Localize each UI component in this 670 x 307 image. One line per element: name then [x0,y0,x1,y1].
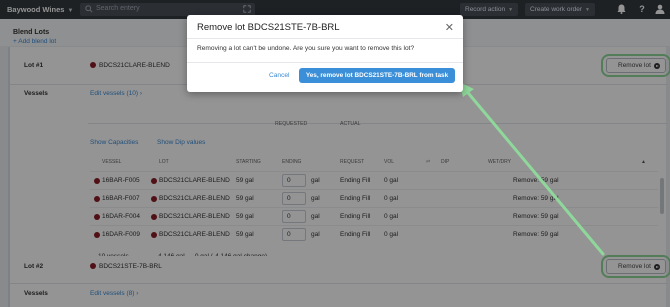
cancel-button[interactable]: Cancel [269,72,290,79]
close-icon[interactable]: ✕ [445,21,454,34]
dialog-message: Removing a lot can't be undone. Are you … [197,45,415,52]
remove-lot-dialog: Remove lot BDCS21STE-7B-BRL ✕ Removing a… [187,15,463,92]
divider [187,62,463,63]
dialog-title: Remove lot BDCS21STE-7B-BRL [197,22,340,33]
divider [187,38,463,39]
confirm-remove-button[interactable]: Yes, remove lot BDCS21STE-7B-BRL from ta… [299,68,455,83]
